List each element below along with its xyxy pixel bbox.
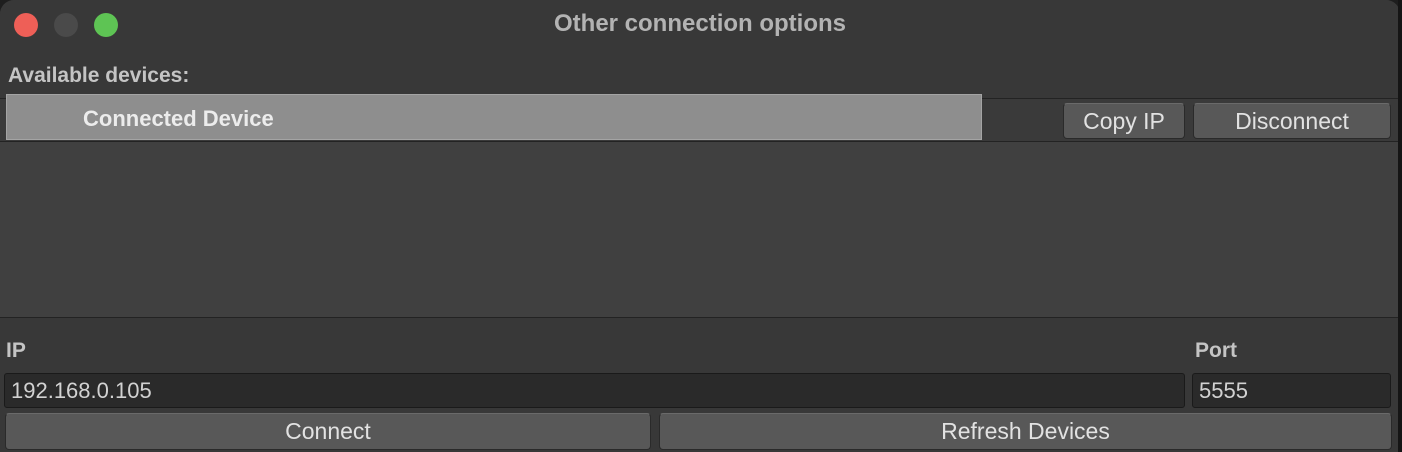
ip-label: IP — [6, 339, 26, 362]
connection-window: Other connection options Available devic… — [0, 0, 1400, 452]
ip-input[interactable]: 192.168.0.105 — [4, 373, 1185, 408]
window-edge — [1398, 0, 1402, 452]
available-devices-label: Available devices: — [8, 64, 190, 87]
window-title: Other connection options — [554, 10, 846, 37]
connect-button[interactable]: Connect — [5, 413, 651, 450]
copy-ip-button[interactable]: Copy IP — [1063, 103, 1185, 139]
port-label: Port — [1195, 339, 1237, 362]
device-name-label: Connected Device — [83, 106, 274, 131]
device-list-item[interactable]: Connected Device — [6, 94, 982, 140]
refresh-devices-button[interactable]: Refresh Devices — [659, 413, 1392, 450]
title-bar[interactable]: Other connection options — [0, 0, 1400, 52]
disconnect-button[interactable]: Disconnect — [1193, 103, 1391, 139]
device-list-area[interactable] — [0, 142, 1400, 318]
port-input[interactable]: 5555 — [1192, 373, 1391, 408]
